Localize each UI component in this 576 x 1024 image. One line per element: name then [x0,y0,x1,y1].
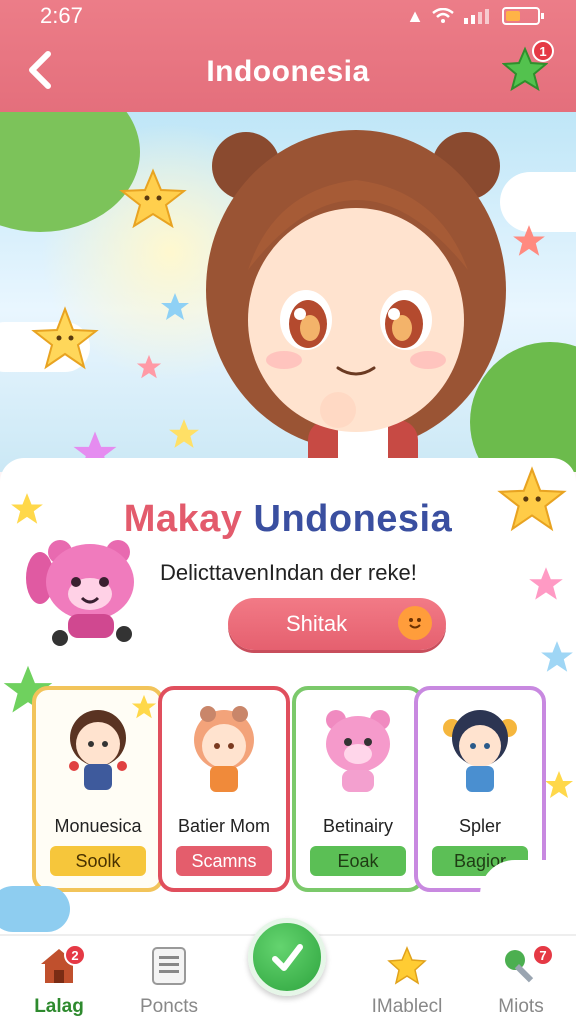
star-icon [31,306,99,370]
hero-illustration [0,112,576,472]
star-icon [136,354,162,379]
character-name: Spler [458,816,502,836]
character-name: Monuesica [54,816,142,836]
nav-label: Miots [498,996,544,1017]
back-button[interactable] [20,50,60,94]
character-action-button[interactable]: Eoak [310,846,406,876]
favorites-badge: 1 [532,40,554,62]
status-time: 2:67 [40,3,83,28]
headline-word-1: Makay [123,498,243,540]
chevron-left-icon [29,51,51,89]
nav-item-favorites[interactable]: IMablecl [352,944,462,1024]
start-button-label: Shitak [286,611,348,636]
character-name: Batier Mom [177,816,271,836]
character-illustration [206,130,506,472]
app-header: 2:67 ▲ Indoonesia 1 [0,0,576,112]
nav-item-misc[interactable]: 7 Miots [466,944,576,1024]
character-card-1[interactable]: Monuesica Soolk [32,686,164,892]
signal-icon: ▲ [406,5,424,26]
welcome-headline: Makay Undonesia [0,498,576,541]
nav-item-home[interactable]: 2 Lalag [4,944,114,1024]
page-title: Indoonesia [206,55,370,88]
cell-bars-icon [464,9,489,24]
cloud-decoration [480,860,576,930]
favorites-button[interactable]: 1 [501,40,554,96]
confirm-fab-button[interactable] [248,918,326,996]
character-name: Betinairy [322,816,394,836]
star-mascot-icon [131,694,157,719]
nav-item-posts[interactable]: Poncts [114,944,224,1024]
battery-icon [502,7,544,25]
start-button[interactable]: Shitak [228,598,446,650]
character-action-button[interactable]: Soolk [50,846,146,876]
character-action-button[interactable]: Scamns [176,846,272,876]
character-avatar [194,706,254,792]
welcome-subtitle: DelicttavenIndan der reke! [160,560,417,585]
status-icons: ▲ [406,5,544,27]
character-avatar [443,710,517,792]
headline-word-2: Undonesia [253,498,453,540]
wifi-icon [432,8,454,23]
checkmark-icon [272,944,303,971]
star-icon [541,641,573,672]
pink-bear-mascot [26,540,134,646]
title-bar: Indoonesia 1 [0,36,576,108]
star-icon [529,567,563,600]
nav-badge: 7 [532,944,554,966]
smiley-icon [398,606,432,640]
nav-label: IMablecl [371,996,443,1017]
nav-label: Lalag [34,996,84,1017]
character-avatar [326,710,390,792]
nav-label: Poncts [139,996,199,1017]
character-card-3[interactable]: Betinairy Eoak [292,686,424,892]
list-icon [152,947,186,985]
star-icon [161,293,189,320]
status-bar: 2:67 ▲ [0,0,576,32]
cloud-decoration [0,886,70,932]
character-avatar [69,710,127,790]
star-icon [119,168,187,228]
star-icon [387,946,427,985]
star-icon [545,771,573,798]
nav-badge: 2 [64,944,86,966]
character-card-2[interactable]: Batier Mom Scamns [158,686,290,892]
